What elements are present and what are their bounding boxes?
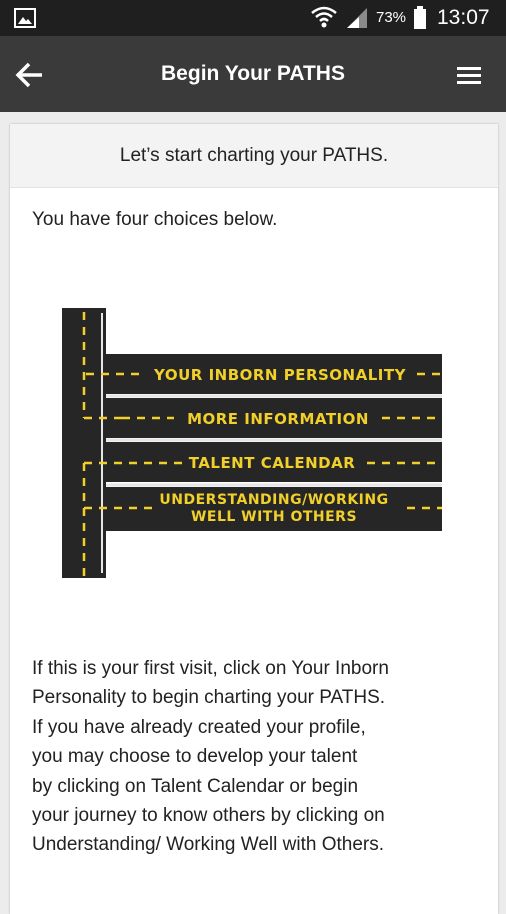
battery-percent: 73% xyxy=(376,9,407,26)
signal-icon xyxy=(347,8,367,28)
description-line: Personality to begin charting your PATHS… xyxy=(32,687,386,709)
road-graphic: YOUR INBORN PERSONALITY MORE INFORMATION… xyxy=(62,308,442,578)
menu-button[interactable] xyxy=(452,60,488,90)
description-line: If this is your first visit, click on Yo… xyxy=(32,658,389,679)
description-line: If you have already created your profile… xyxy=(32,716,366,738)
road-understanding-line1[interactable]: UNDERSTANDING/WORKING xyxy=(159,492,388,508)
road-understanding-line2[interactable]: WELL WITH OTHERS xyxy=(191,509,357,525)
hamburger-menu-icon xyxy=(457,67,481,84)
description-line: Understanding/ Working Well with Others. xyxy=(32,834,385,856)
description-text: If this is your first visit, click on Yo… xyxy=(32,654,482,860)
page-title: Begin Your PATHS xyxy=(161,62,345,85)
gallery-icon xyxy=(14,8,36,28)
description-line: by clicking on Talent Calendar or begin xyxy=(32,775,359,797)
battery-icon xyxy=(414,6,426,29)
road-more-information[interactable]: MORE INFORMATION xyxy=(187,410,369,428)
description-line: your journey to know others by clicking … xyxy=(32,805,385,827)
clock: 13:07 xyxy=(437,6,490,29)
card-header: Let’s start charting your PATHS. xyxy=(10,124,498,188)
road-your-inborn-personality[interactable]: YOUR INBORN PERSONALITY xyxy=(153,366,407,384)
intro-text: You have four choices below. xyxy=(32,209,278,230)
road-talent-calendar[interactable]: TALENT CALENDAR xyxy=(189,454,356,472)
description-line: you may choose to develop your talent xyxy=(32,746,358,768)
app-bar: Begin Your PATHS xyxy=(0,36,506,112)
wifi-icon xyxy=(311,6,337,28)
content-card: Let’s start charting your PATHS. You hav… xyxy=(10,124,498,914)
status-bar: 73% 13:07 xyxy=(0,0,506,36)
